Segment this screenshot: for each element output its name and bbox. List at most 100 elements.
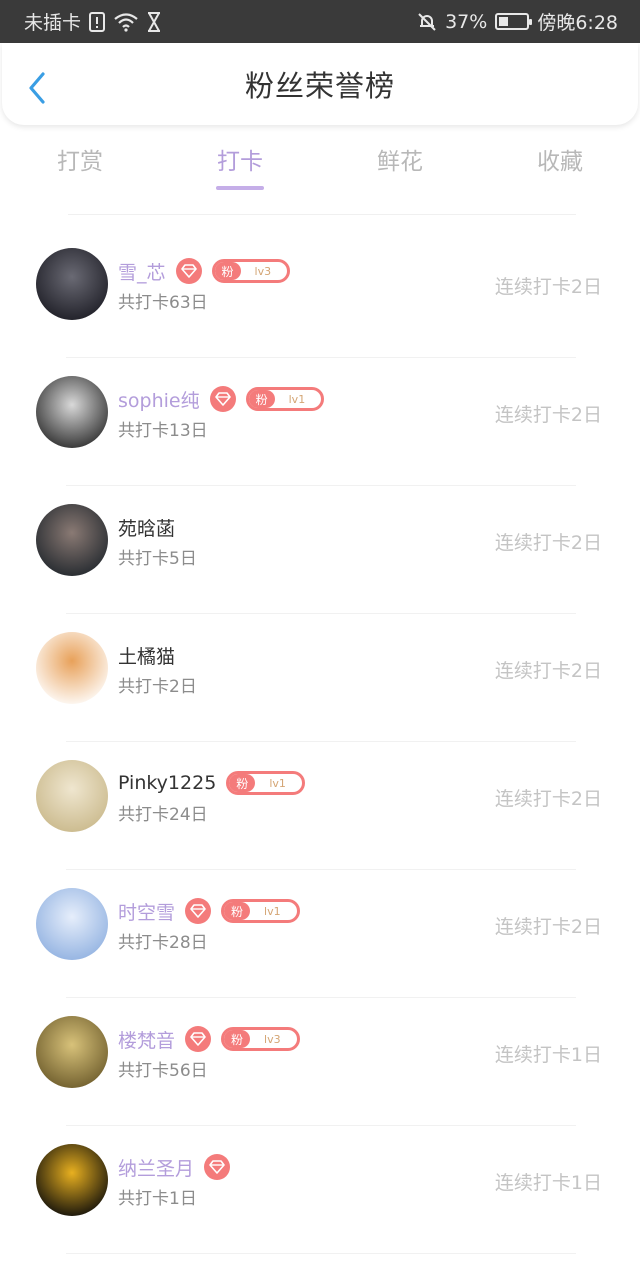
tab-flowers[interactable]: 鲜花 bbox=[320, 140, 480, 200]
user-name[interactable]: Pinky1225 bbox=[118, 772, 216, 794]
tab-bar: 打赏 打卡 鲜花 收藏 bbox=[0, 140, 640, 200]
avatar[interactable] bbox=[36, 504, 108, 576]
checkin-streak: 连续打卡1日 bbox=[494, 1044, 602, 1066]
fan-tag: 粉 bbox=[214, 262, 241, 280]
checkin-streak: 连续打卡2日 bbox=[494, 532, 602, 554]
tab-label: 打卡 bbox=[217, 149, 263, 175]
tab-underline bbox=[56, 186, 104, 190]
tab-checkin[interactable]: 打卡 bbox=[160, 140, 320, 200]
diamond-icon bbox=[204, 1154, 231, 1180]
avatar[interactable] bbox=[36, 888, 108, 960]
checkin-streak: 连续打卡2日 bbox=[494, 788, 602, 810]
fan-tag: 粉 bbox=[224, 1030, 251, 1048]
list-item[interactable]: sophie纯 粉 lv1 共打卡13日 连续打卡2日 bbox=[0, 358, 640, 486]
avatar[interactable] bbox=[36, 248, 108, 320]
tab-favorites[interactable]: 收藏 bbox=[480, 140, 640, 200]
avatar[interactable] bbox=[36, 632, 108, 704]
user-info: 苑晗菡共打卡5日 bbox=[118, 512, 197, 570]
user-info: 雪_芯 粉 lv3 共打卡63日 bbox=[118, 256, 291, 313]
total-checkins: 共打卡1日 bbox=[118, 1189, 197, 1209]
total-checkins: 共打卡63日 bbox=[118, 293, 208, 313]
list-item[interactable]: 时空雪 粉 lv1 共打卡28日 连续打卡2日 bbox=[0, 870, 640, 998]
battery-icon bbox=[495, 13, 533, 30]
fan-tag: 粉 bbox=[229, 774, 256, 792]
checkin-streak: 连续打卡2日 bbox=[494, 276, 602, 298]
user-info: 土橘猫共打卡2日 bbox=[118, 640, 197, 698]
tab-underline bbox=[216, 186, 264, 190]
name-line: 苑晗菡 bbox=[118, 512, 197, 542]
fan-level-badge: 粉 lv1 bbox=[221, 899, 300, 923]
tab-label: 打赏 bbox=[57, 149, 103, 175]
user-info: Pinky1225 粉 lv1 共打卡24日 bbox=[118, 768, 305, 825]
avatar[interactable] bbox=[36, 376, 108, 448]
fan-tag: 粉 bbox=[248, 390, 275, 408]
mute-bell-icon bbox=[417, 12, 437, 32]
total-checkins: 共打卡56日 bbox=[118, 1061, 208, 1081]
name-line: 时空雪 粉 lv1 bbox=[118, 896, 300, 926]
fan-level-badge: 粉 lv1 bbox=[226, 771, 305, 795]
list-item[interactable]: 楼梵音 粉 lv3 共打卡56日 连续打卡1日 bbox=[0, 998, 640, 1126]
fan-level: lv1 bbox=[269, 776, 286, 790]
tab-label: 收藏 bbox=[537, 149, 583, 175]
fan-level: lv3 bbox=[264, 1032, 281, 1046]
user-info: 时空雪 粉 lv1 共打卡28日 bbox=[118, 896, 300, 953]
tab-label: 鲜花 bbox=[377, 149, 423, 175]
status-bar-right: 37% 傍晚6:28 bbox=[417, 8, 618, 35]
user-name[interactable]: 雪_芯 bbox=[118, 258, 166, 285]
total-checkins: 共打卡13日 bbox=[118, 421, 208, 441]
page-header: 粉丝荣誉榜 bbox=[2, 43, 638, 125]
name-line: sophie纯 粉 lv1 bbox=[118, 384, 325, 414]
user-info: sophie纯 粉 lv1 共打卡13日 bbox=[118, 384, 325, 441]
name-line: 雪_芯 粉 lv3 bbox=[118, 256, 291, 286]
checkin-streak: 连续打卡2日 bbox=[494, 404, 602, 426]
user-name[interactable]: 纳兰圣月 bbox=[118, 1154, 194, 1181]
tab-underline bbox=[376, 186, 424, 190]
user-name[interactable]: 土橘猫 bbox=[118, 642, 175, 669]
back-button[interactable] bbox=[22, 70, 52, 106]
fan-tag: 粉 bbox=[224, 902, 251, 920]
fan-level: lv1 bbox=[288, 392, 306, 406]
fan-level-badge: 粉 lv3 bbox=[221, 1027, 300, 1051]
list-item[interactable]: 雪_芯 粉 lv3 共打卡63日 连续打卡2日 bbox=[0, 230, 640, 358]
diamond-icon bbox=[175, 258, 202, 284]
fan-level-badge: 粉 lv1 bbox=[245, 387, 325, 411]
fan-level-badge: 粉 lv3 bbox=[211, 259, 291, 283]
total-checkins: 共打卡2日 bbox=[118, 677, 197, 697]
fan-level: lv3 bbox=[254, 264, 272, 278]
total-checkins: 共打卡5日 bbox=[118, 549, 197, 569]
total-checkins: 共打卡24日 bbox=[118, 805, 208, 825]
list-item[interactable]: 苑晗菡共打卡5日 连续打卡2日 bbox=[0, 486, 640, 614]
status-bar-left: 未插卡 bbox=[24, 8, 161, 35]
user-name[interactable]: 时空雪 bbox=[118, 898, 175, 925]
user-info: 纳兰圣月共打卡1日 bbox=[118, 1152, 231, 1209]
list-item[interactable]: 土橘猫共打卡2日 连续打卡2日 bbox=[0, 614, 640, 742]
name-line: Pinky1225 粉 lv1 bbox=[118, 768, 305, 798]
checkin-streak: 连续打卡2日 bbox=[494, 660, 602, 682]
avatar[interactable] bbox=[36, 760, 108, 832]
user-name[interactable]: 苑晗菡 bbox=[118, 514, 175, 541]
list-item[interactable]: 纳兰圣月共打卡1日 连续打卡1日 bbox=[0, 1126, 640, 1254]
diamond-icon bbox=[185, 898, 212, 924]
user-name[interactable]: sophie纯 bbox=[118, 386, 200, 413]
name-line: 纳兰圣月 bbox=[118, 1152, 231, 1182]
tab-reward[interactable]: 打赏 bbox=[0, 140, 160, 200]
diamond-icon bbox=[209, 386, 236, 412]
clock-time: 傍晚6:28 bbox=[537, 12, 618, 34]
checkin-streak: 连续打卡1日 bbox=[494, 1172, 602, 1194]
battery-percent: 37% bbox=[445, 10, 488, 33]
chevron-left-icon bbox=[29, 72, 45, 104]
name-line: 楼梵音 粉 lv3 bbox=[118, 1024, 300, 1054]
user-name[interactable]: 楼梵音 bbox=[118, 1026, 175, 1053]
wifi-icon bbox=[113, 12, 139, 32]
divider bbox=[68, 214, 576, 215]
avatar[interactable] bbox=[36, 1144, 108, 1216]
list-item[interactable]: Pinky1225 粉 lv1 共打卡24日 连续打卡2日 bbox=[0, 742, 640, 870]
fan-list: 雪_芯粉 lv3 共打卡63日 连续打卡2日 sophie纯粉 lv1 共打卡13日 连续打卡… bbox=[0, 230, 640, 1254]
sim-alert-icon bbox=[89, 11, 106, 32]
total-checkins: 共打卡28日 bbox=[118, 933, 208, 953]
carrier-text: 未插卡 bbox=[24, 12, 82, 34]
hourglass-icon bbox=[147, 11, 161, 32]
avatar[interactable] bbox=[36, 1016, 108, 1088]
name-line: 土橘猫 bbox=[118, 640, 197, 670]
page-title: 粉丝荣誉榜 bbox=[244, 69, 395, 103]
